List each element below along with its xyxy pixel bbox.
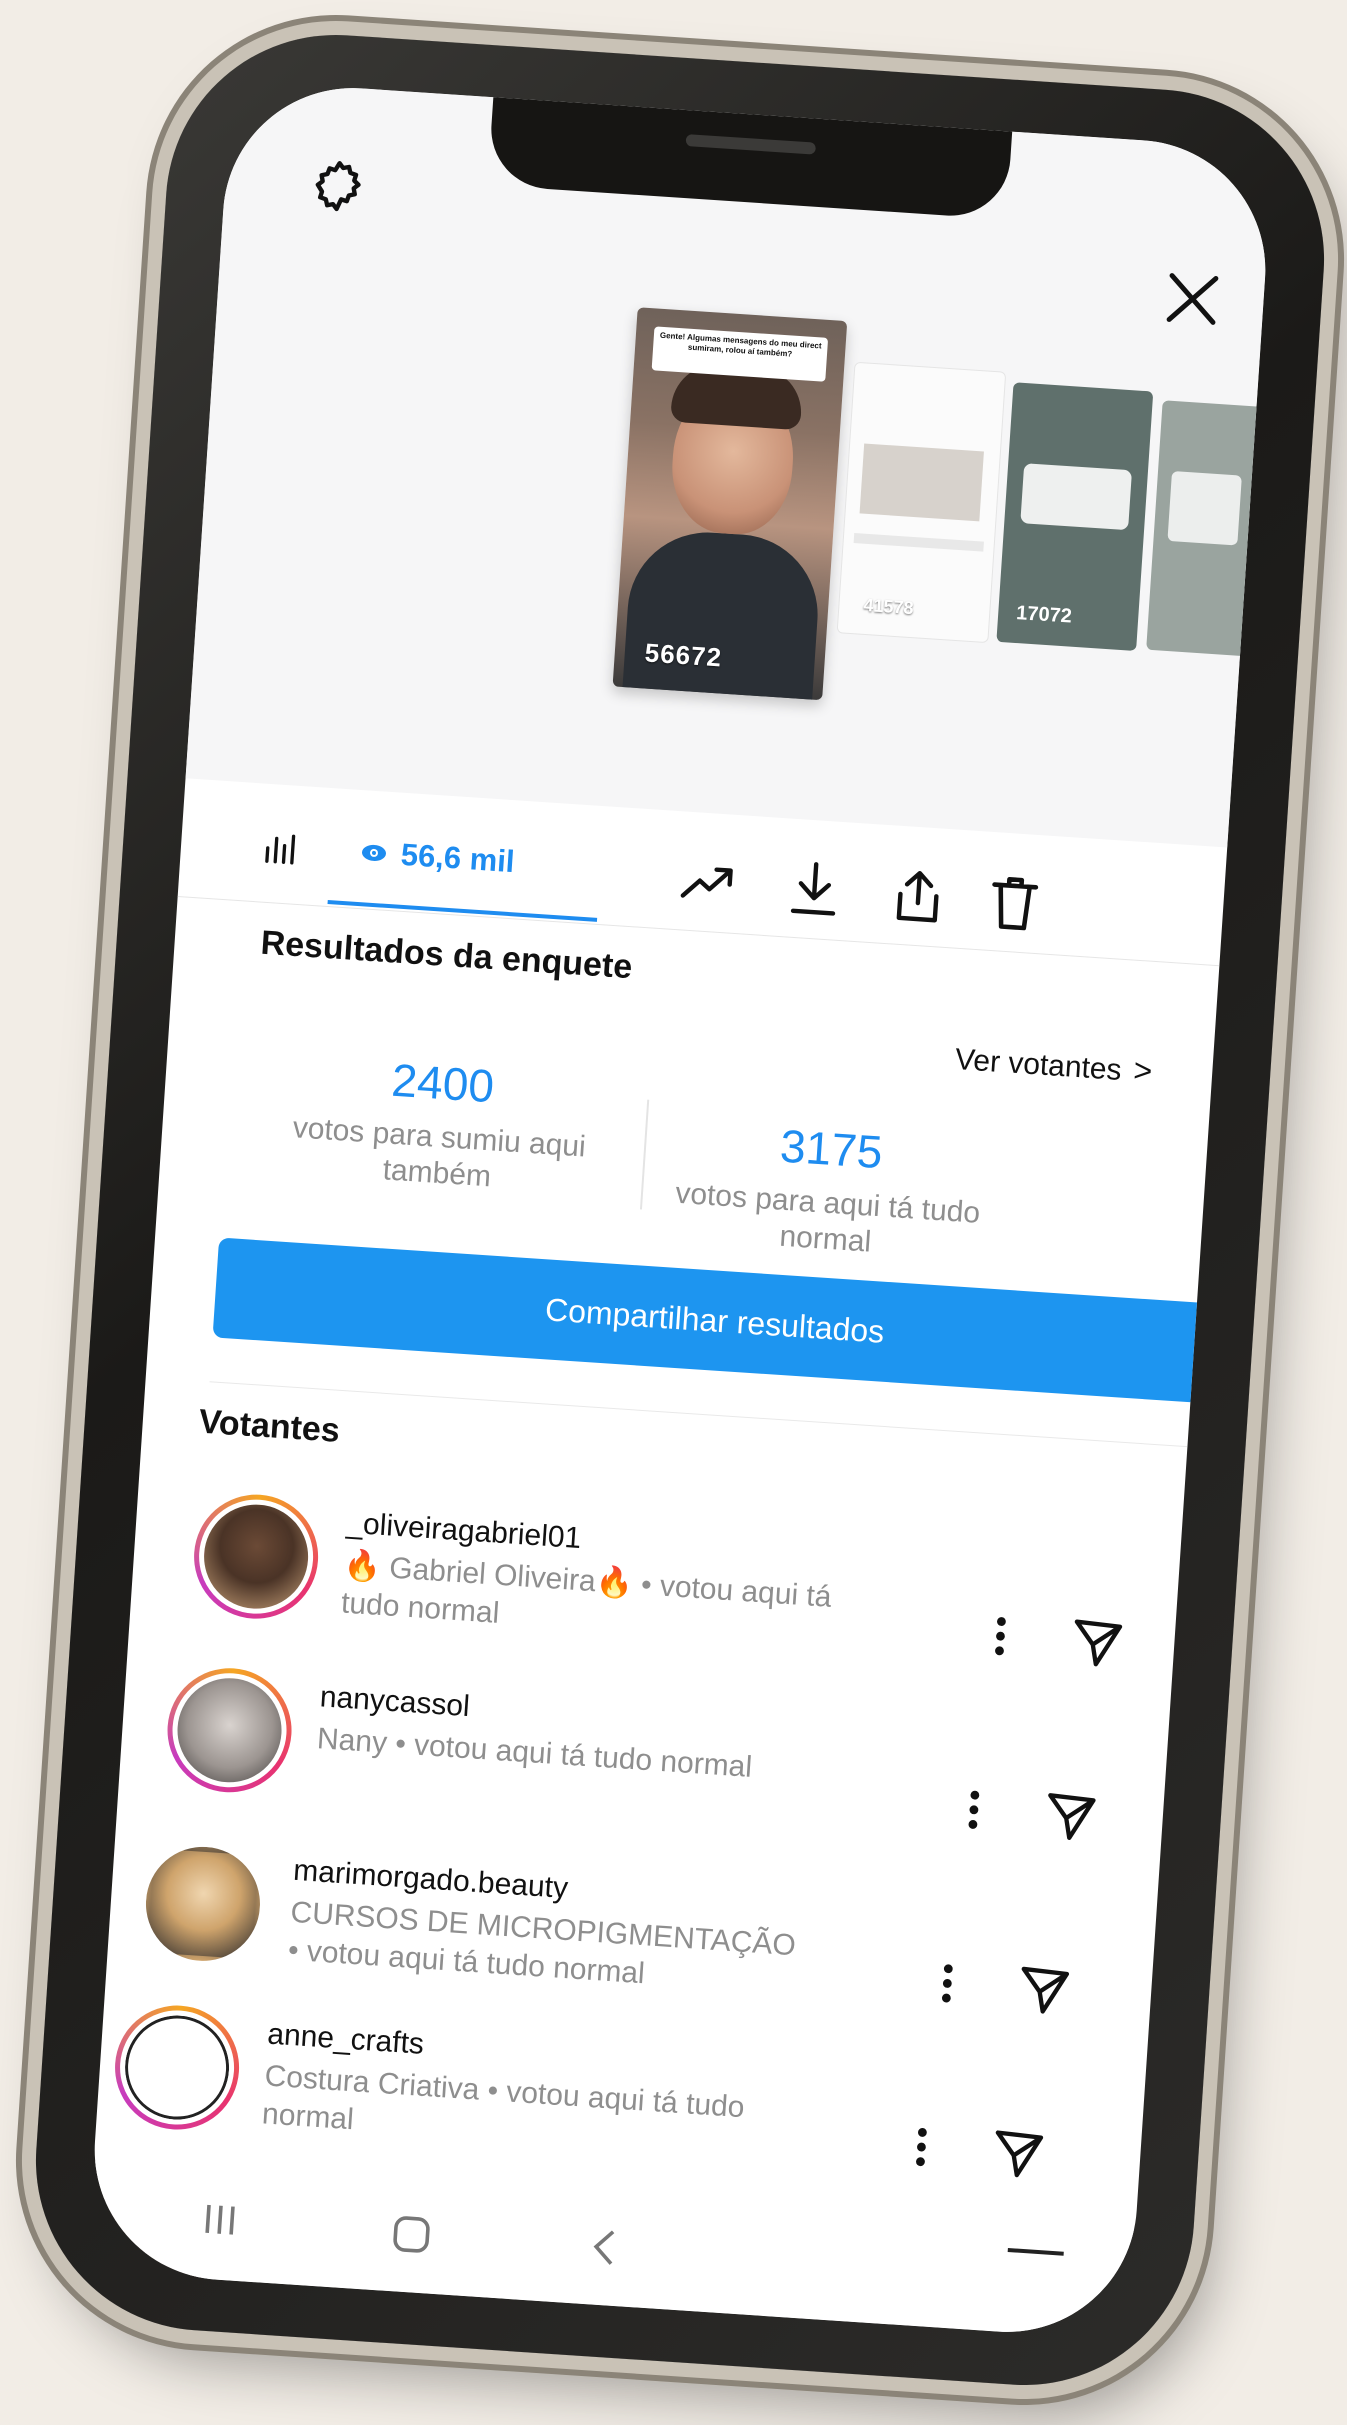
app-screen: Gente! Algumas mensagens do meu direct s… [86,79,1274,2341]
phone-frame: Gente! Algumas mensagens do meu direct s… [25,24,1335,2396]
voter-subtitle: Nany • votou aqui tá tudo normal [316,1722,754,1784]
story-view-count: 41578 [862,594,915,619]
back-icon[interactable] [588,2224,621,2270]
story-thumbnail-card [1167,470,1242,546]
voter-username[interactable]: nanycassol [319,1680,471,1724]
story-thumbnail[interactable]: 41578 [836,361,1007,644]
eye-icon [362,844,386,861]
poll-result-option-2: 3175 votos para aqui tá tudo normal [630,1109,1028,1271]
avatar[interactable] [137,1838,269,1970]
send-icon[interactable] [1069,1615,1126,1670]
chevron-right-icon: > [1132,1051,1154,1089]
voter-subtitle: CURSOS DE MICROPIGMENTAÇÃO • votou aqui … [286,1895,797,1991]
story-view-count: 56672 [643,637,724,673]
gear-icon[interactable] [307,155,369,217]
poll-result-option-1: 2400 votos para sumiu aqui também [241,1043,639,1205]
avatar-image [168,1669,291,1791]
send-icon[interactable] [1042,1788,1099,1843]
story-view-count: 17072 [1015,601,1073,628]
home-icon[interactable] [388,2211,435,2258]
speaker-grille [685,134,817,155]
story-person-shirt [621,527,823,701]
trash-icon[interactable] [987,872,1041,933]
vote-description: votos para aqui tá tudo normal [674,1176,982,1259]
see-voters-label: Ver votantes [954,1042,1123,1087]
story-thumbnail-active[interactable]: Gente! Algumas mensagens do meu direct s… [612,307,848,701]
more-vertical-icon[interactable] [936,1961,959,2006]
views-count-label: 56,6 mil [399,836,516,880]
more-vertical-icon[interactable] [910,2124,933,2169]
tab-views[interactable]: 56,6 mil [359,834,562,897]
voter-subtitle: Costura Criativa • votou aqui tá tudo no… [261,2059,746,2137]
vote-description: votos para sumiu aqui também [291,1111,587,1194]
avatar-image [142,1843,264,1965]
story-thumbnail-card [1020,463,1133,531]
recent-apps-icon[interactable] [199,2198,242,2241]
more-vertical-icon[interactable] [962,1787,985,1832]
share-icon[interactable] [890,865,948,924]
close-icon[interactable] [1157,264,1227,334]
story-thumbnail-bar [853,533,984,552]
voter-subtitle: 🔥 Gabriel Oliveira🔥 • votou aqui tá tudo… [340,1548,833,1630]
send-icon[interactable] [990,2126,1047,2181]
story-thumbnail[interactable] [1146,400,1263,657]
bar-chart-icon[interactable] [258,827,305,870]
story-caption: Gente! Algumas mensagens do meu direct s… [651,326,829,382]
avatar[interactable] [163,1664,296,1797]
avatar-image [116,2006,238,2129]
home-indicator [1007,2248,1064,2256]
voters-section-title: Votantes [197,1402,341,1450]
story-thumbnail-image [859,443,984,522]
more-vertical-icon[interactable] [989,1614,1012,1659]
phone-device: Gente! Algumas mensagens do meu direct s… [25,24,1335,2396]
avatar-image [195,1496,317,1618]
share-results-button[interactable]: Compartilhar resultados [212,1237,1217,1404]
download-icon[interactable] [788,859,842,918]
see-voters-link[interactable]: Ver votantes > [954,1040,1153,1090]
story-thumbnail[interactable]: 17072 [996,382,1154,651]
send-icon[interactable] [1015,1962,1072,2017]
active-story-pointer [684,789,730,815]
voter-username[interactable]: anne_crafts [266,2018,425,2062]
active-tab-underline [327,899,598,922]
poll-results-title: Resultados da enquete [259,923,634,987]
trend-icon[interactable] [678,861,737,905]
avatar[interactable] [190,1490,323,1623]
avatar[interactable] [111,2001,244,2134]
